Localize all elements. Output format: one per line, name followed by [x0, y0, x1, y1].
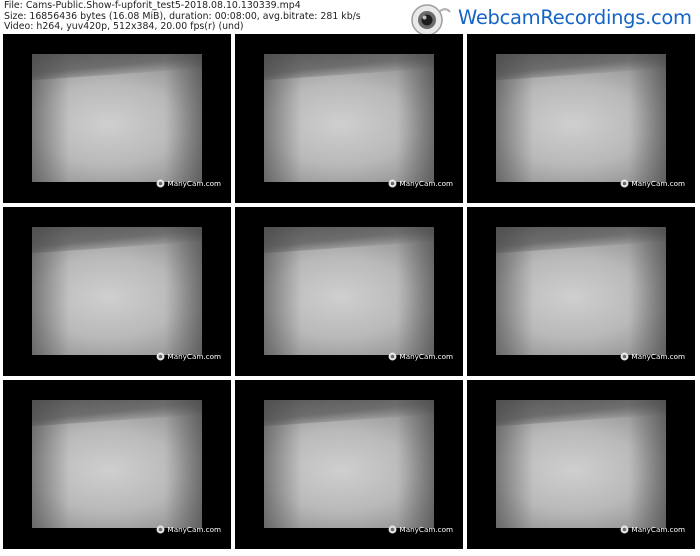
manycam-watermark: ManyCam.com [388, 352, 453, 361]
manycam-watermark: ManyCam.com [156, 352, 221, 361]
thumbnail: ManyCam.com [235, 380, 463, 549]
thumbnail: ManyCam.com [3, 380, 231, 549]
file-name-line: File: Cams-Public.Show-f-upforit_test5-2… [4, 0, 301, 11]
manycam-logo-icon [156, 352, 164, 361]
manycam-logo-icon [388, 525, 396, 534]
video-info-line: Video: h264, yuv420p, 512x384, 20.00 fps… [4, 21, 244, 33]
video-frame [32, 54, 202, 182]
video-frame [264, 227, 434, 355]
thumbnail: ManyCam.com [467, 380, 695, 549]
file-info: File: Cams-Public.Show-f-upforit_test5-2… [4, 0, 361, 33]
manycam-watermark: ManyCam.com [620, 352, 685, 361]
manycam-logo-icon [620, 352, 628, 361]
manycam-logo-icon [620, 525, 628, 534]
video-frame [32, 400, 202, 528]
thumbnail: ManyCam.com [235, 207, 463, 376]
watermark-text: ManyCam.com [167, 525, 221, 534]
video-frame [496, 400, 666, 528]
watermark-text: ManyCam.com [631, 179, 685, 188]
manycam-logo-icon [156, 525, 164, 534]
manycam-logo-icon [620, 179, 628, 188]
thumbnail: ManyCam.com [467, 207, 695, 376]
watermark-text: ManyCam.com [631, 352, 685, 361]
thumbnail-grid: ManyCam.com ManyCam.com ManyCam.com Many… [3, 34, 695, 549]
watermark-text: ManyCam.com [399, 352, 453, 361]
manycam-watermark: ManyCam.com [620, 179, 685, 188]
watermark-text: ManyCam.com [399, 179, 453, 188]
video-frame [264, 400, 434, 528]
manycam-logo-icon [388, 352, 396, 361]
manycam-watermark: ManyCam.com [388, 179, 453, 188]
manycam-watermark: ManyCam.com [388, 525, 453, 534]
video-frame [32, 227, 202, 355]
watermark-text: ManyCam.com [399, 525, 453, 534]
thumbnail: ManyCam.com [3, 207, 231, 376]
video-frame [496, 227, 666, 355]
watermark-text: ManyCam.com [167, 352, 221, 361]
watermark-text: ManyCam.com [631, 525, 685, 534]
video-frame [264, 54, 434, 182]
site-logo-text: WebcamRecordings.com [458, 6, 692, 29]
manycam-watermark: ManyCam.com [156, 179, 221, 188]
manycam-logo-icon [156, 179, 164, 188]
watermark-text: ManyCam.com [167, 179, 221, 188]
manycam-logo-icon [388, 179, 396, 188]
thumbnail: ManyCam.com [3, 34, 231, 203]
thumbnail: ManyCam.com [467, 34, 695, 203]
thumbnail: ManyCam.com [235, 34, 463, 203]
header: File: Cams-Public.Show-f-upforit_test5-2… [0, 0, 700, 48]
manycam-watermark: ManyCam.com [620, 525, 685, 534]
video-frame [496, 54, 666, 182]
manycam-watermark: ManyCam.com [156, 525, 221, 534]
